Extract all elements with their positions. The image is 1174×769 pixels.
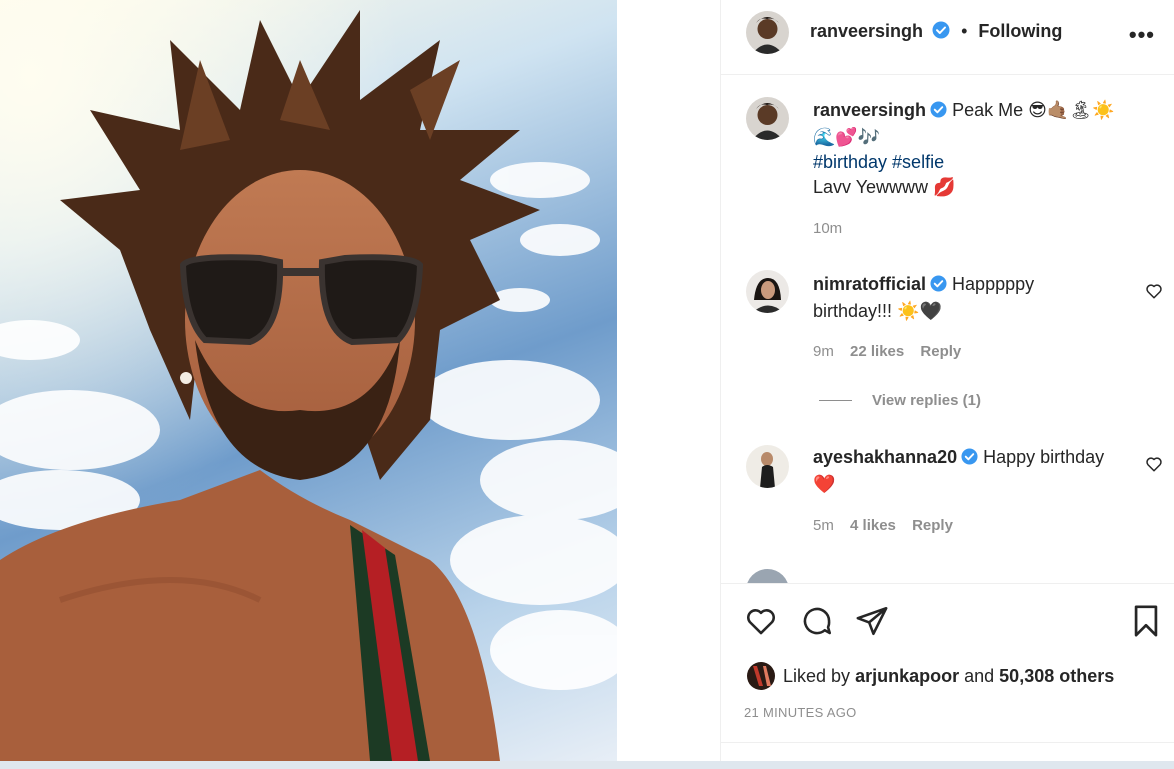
liked-by-others[interactable]: 50,308 others [999, 666, 1114, 686]
comment-text: nimratofficial Happpppy birthday!!! ☀️🖤 [813, 272, 1133, 324]
caption: ranveersingh Peak Me 😎🤙🏽🏝☀️ 🌊💕🎶 #birthda… [721, 75, 1174, 255]
replies-divider [819, 400, 852, 402]
view-replies[interactable]: View replies (1) [819, 392, 981, 410]
comment-text: ayeshakhanna20 Happy birthday ❤️ [813, 445, 1143, 497]
following-button[interactable]: Following [978, 21, 1062, 41]
caption-line4-emoji: 💋 [933, 177, 956, 197]
liked-by-user[interactable]: arjunkapoor [855, 666, 959, 686]
caption-line1-emoji: 😎🤙🏽🏝☀️ [1028, 100, 1115, 120]
post-header: ranveersingh • Following ••• [721, 0, 1174, 75]
divider [721, 742, 1174, 743]
heart-icon[interactable] [1145, 455, 1163, 478]
comment-emoji: ☀️🖤 [897, 301, 942, 321]
caption-line1: Peak Me [952, 100, 1024, 120]
window-bottom-edge [0, 761, 1174, 769]
view-replies-label[interactable]: View replies (1) [872, 392, 981, 409]
liked-by-conj: and [964, 666, 995, 686]
author-username[interactable]: ranveersingh [810, 21, 923, 41]
header-author-line: ranveersingh • Following [810, 21, 1062, 44]
caption-avatar[interactable] [746, 97, 789, 140]
separator-dot: • [961, 21, 968, 41]
comment-item-partial [746, 569, 1166, 583]
comments-section[interactable]: ranveersingh Peak Me 😎🤙🏽🏝☀️ 🌊💕🎶 #birthda… [721, 75, 1174, 583]
verified-icon [930, 100, 947, 125]
comment-time: 5m [813, 517, 834, 534]
caption-line2-emoji: 🌊💕🎶 [813, 127, 881, 147]
comment-avatar[interactable] [746, 569, 789, 583]
comment-avatar[interactable] [746, 445, 789, 488]
caption-time: 10m [813, 220, 843, 237]
author-avatar[interactable] [746, 11, 789, 54]
caption-line4: Lavv Yewwww [813, 177, 929, 197]
comment-avatar[interactable] [746, 270, 789, 313]
post-side-panel: ranveersingh • Following ••• ranveersing… [720, 0, 1174, 761]
share-icon[interactable] [855, 604, 889, 643]
comment-emoji: ❤️ [813, 474, 836, 494]
verified-icon [932, 21, 950, 44]
comment-meta: 9m 22 likes Reply [813, 343, 961, 360]
comment-username[interactable]: nimratofficial [813, 274, 926, 294]
comment-meta: 5m 4 likes Reply [813, 517, 953, 534]
comment-body-line2: birthday!!! [813, 301, 898, 321]
post-actions: Liked by arjunkapoor and 50,308 others 2… [721, 583, 1174, 762]
comment-likes[interactable]: 4 likes [850, 517, 896, 534]
reply-button[interactable]: Reply [920, 343, 961, 360]
comment-item: ayeshakhanna20 Happy birthday ❤️ 5m 4 li… [721, 440, 1174, 560]
gutter [617, 0, 720, 761]
reply-button[interactable]: Reply [912, 517, 953, 534]
more-icon[interactable]: ••• [1129, 22, 1155, 48]
liker-avatar[interactable] [747, 662, 775, 690]
comment-body-line1: Happpppy [952, 274, 1035, 294]
heart-icon[interactable] [1145, 282, 1163, 305]
caption-text: ranveersingh Peak Me 😎🤙🏽🏝☀️ 🌊💕🎶 #birthda… [813, 98, 1143, 200]
comment-body-line1: Happy birthday [983, 447, 1105, 467]
liked-by: Liked by arjunkapoor and 50,308 others [783, 666, 1114, 687]
comment-time: 9m [813, 343, 834, 360]
verified-icon [930, 274, 947, 299]
verified-icon [961, 447, 978, 472]
selfie-illustration [0, 0, 617, 761]
caption-username[interactable]: ranveersingh [813, 100, 926, 120]
comment-likes[interactable]: 22 likes [850, 343, 904, 360]
post-photo[interactable] [0, 0, 617, 761]
heart-icon[interactable] [744, 604, 778, 643]
liked-by-prefix: Liked by [783, 666, 851, 686]
comment-icon[interactable] [800, 604, 834, 643]
post-timestamp[interactable]: 21 MINUTES AGO [744, 705, 857, 720]
bookmark-icon[interactable] [1131, 604, 1161, 643]
caption-hashtags[interactable]: #birthday #selfie [813, 152, 944, 172]
comment-username[interactable]: ayeshakhanna20 [813, 447, 957, 467]
comment-item: nimratofficial Happpppy birthday!!! ☀️🖤 … [721, 265, 1174, 415]
